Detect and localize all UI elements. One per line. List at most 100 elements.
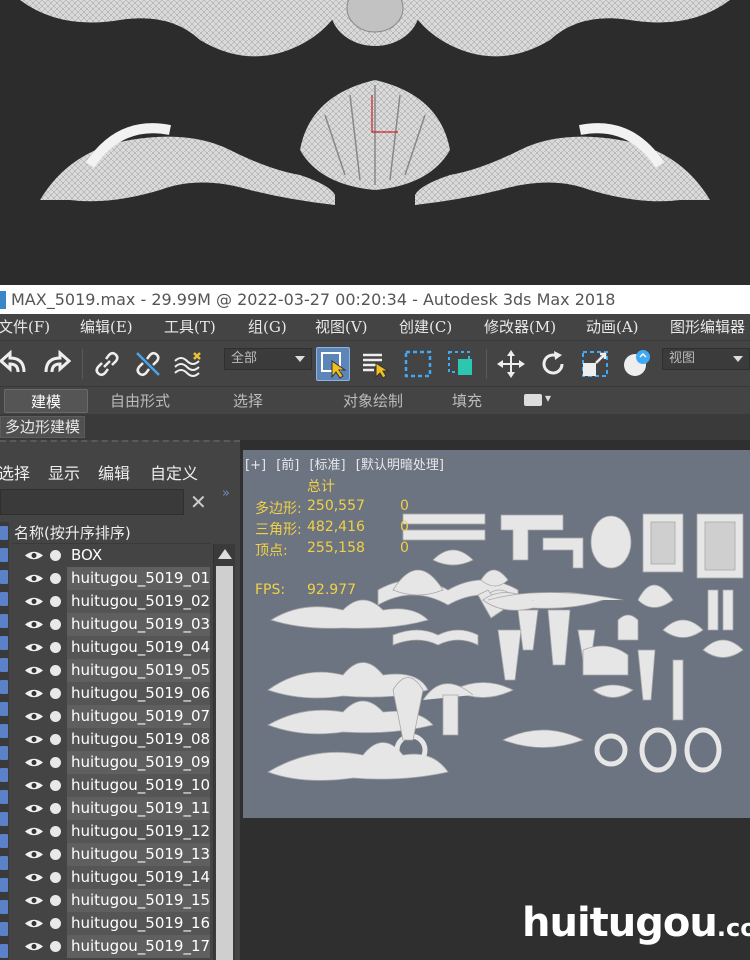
eye-icon[interactable]: [24, 711, 44, 722]
filter-invert-icon[interactable]: [0, 834, 8, 848]
tab-freeform[interactable]: 自由形式: [100, 389, 180, 413]
filter-spacewarps-icon[interactable]: [0, 636, 8, 650]
list-item[interactable]: huitugou_5019_14: [12, 866, 210, 889]
undo-icon[interactable]: [0, 347, 30, 381]
menu-animation[interactable]: 动画(A): [586, 314, 639, 340]
front-viewport[interactable]: [+] [前] [标准] [默认明暗处理] 总计 多边形: 250,557 0 …: [243, 450, 750, 818]
list-item[interactable]: huitugou_5019_16: [12, 912, 210, 935]
menu-edit[interactable]: 编辑(E): [80, 314, 133, 340]
filter-more-icon[interactable]: [0, 922, 8, 936]
filter-helpers-icon[interactable]: [0, 614, 8, 628]
select-by-name-icon[interactable]: [359, 347, 393, 381]
list-item[interactable]: huitugou_5019_06: [12, 682, 210, 705]
window-crossing-icon[interactable]: [444, 347, 478, 381]
eye-icon[interactable]: [24, 941, 44, 952]
reference-coord-dropdown[interactable]: 视图: [662, 348, 750, 370]
list-item[interactable]: huitugou_5019_03: [12, 613, 210, 636]
filter-containers-icon[interactable]: [0, 724, 8, 738]
freeze-toggle-icon[interactable]: [50, 573, 61, 584]
eye-icon[interactable]: [24, 895, 44, 906]
list-item[interactable]: huitugou_5019_11: [12, 797, 210, 820]
filter-sync-icon[interactable]: [0, 856, 8, 870]
menu-tools[interactable]: 工具(T): [164, 314, 216, 340]
freeze-toggle-icon[interactable]: [50, 711, 61, 722]
list-item[interactable]: huitugou_5019_15: [12, 889, 210, 912]
unlink-icon[interactable]: [131, 347, 165, 381]
freeze-toggle-icon[interactable]: [50, 734, 61, 745]
freeze-toggle-icon[interactable]: [50, 688, 61, 699]
filter-layers-icon[interactable]: [0, 878, 8, 892]
explorer-menu-edit[interactable]: 编辑: [98, 460, 130, 484]
eye-icon[interactable]: [24, 849, 44, 860]
list-item[interactable]: huitugou_5019_01: [12, 567, 210, 590]
list-item[interactable]: huitugou_5019_09: [12, 751, 210, 774]
list-item[interactable]: huitugou_5019_12: [12, 820, 210, 843]
filter-hidden-icon[interactable]: [0, 768, 8, 782]
menu-modifiers[interactable]: 修改器(M): [484, 314, 556, 340]
eye-icon[interactable]: [24, 573, 44, 584]
eye-icon[interactable]: [24, 780, 44, 791]
freeze-toggle-icon[interactable]: [50, 895, 61, 906]
list-item[interactable]: huitugou_5019_07: [12, 705, 210, 728]
freeze-toggle-icon[interactable]: [50, 665, 61, 676]
freeze-toggle-icon[interactable]: [50, 780, 61, 791]
list-item[interactable]: huitugou_5019_05: [12, 659, 210, 682]
tab-selection[interactable]: 选择: [218, 389, 278, 413]
filter-geometry-icon[interactable]: [0, 526, 8, 540]
freeze-toggle-icon[interactable]: [50, 918, 61, 929]
filter-cameras-icon[interactable]: [0, 592, 8, 606]
filter-lights-icon[interactable]: [0, 570, 8, 584]
freeze-toggle-icon[interactable]: [50, 642, 61, 653]
eye-icon[interactable]: [24, 619, 44, 630]
explorer-menu-select[interactable]: 选择: [0, 460, 30, 484]
explorer-scrollbar[interactable]: [213, 544, 235, 960]
freeze-toggle-icon[interactable]: [50, 596, 61, 607]
freeze-toggle-icon[interactable]: [50, 619, 61, 630]
eye-icon[interactable]: [24, 918, 44, 929]
ribbon-options-icon[interactable]: [524, 394, 542, 406]
list-item[interactable]: BOX: [12, 544, 210, 567]
menu-create[interactable]: 创建(C): [399, 314, 452, 340]
rotate-icon[interactable]: [536, 347, 570, 381]
freeze-toggle-icon[interactable]: [50, 803, 61, 814]
explorer-search-input[interactable]: [0, 489, 184, 515]
tab-modeling[interactable]: 建模: [4, 389, 88, 413]
eye-icon[interactable]: [24, 826, 44, 837]
scale-icon[interactable]: [578, 347, 612, 381]
link-icon[interactable]: [90, 347, 124, 381]
scroll-up-icon[interactable]: [218, 549, 232, 559]
filter-none-icon[interactable]: [0, 812, 8, 826]
filter-xrefs-icon[interactable]: [0, 680, 8, 694]
freeze-toggle-icon[interactable]: [50, 826, 61, 837]
freeze-toggle-icon[interactable]: [50, 757, 61, 768]
eye-icon[interactable]: [24, 665, 44, 676]
tab-populate[interactable]: 填充: [440, 389, 494, 413]
freeze-toggle-icon[interactable]: [50, 872, 61, 883]
bind-spacewarp-icon[interactable]: [172, 347, 206, 381]
list-item[interactable]: huitugou_5019_17: [12, 935, 210, 958]
filter-frozen-icon[interactable]: [0, 746, 8, 760]
scrollbar-thumb[interactable]: [216, 566, 233, 960]
menu-group[interactable]: 组(G): [248, 314, 287, 340]
move-icon[interactable]: [494, 347, 528, 381]
eye-icon[interactable]: [24, 757, 44, 768]
explorer-column-header[interactable]: 名称(按升序排序): [12, 522, 210, 544]
rect-region-icon[interactable]: [401, 347, 435, 381]
menu-view[interactable]: 视图(V): [315, 314, 368, 340]
close-icon[interactable]: ✕: [190, 492, 207, 512]
placement-icon[interactable]: [620, 347, 654, 381]
selection-filter-dropdown[interactable]: 全部: [224, 348, 312, 370]
eye-icon[interactable]: [24, 550, 44, 561]
list-item[interactable]: huitugou_5019_04: [12, 636, 210, 659]
freeze-toggle-icon[interactable]: [50, 550, 61, 561]
eye-icon[interactable]: [24, 803, 44, 814]
filter-shapes-icon[interactable]: [0, 548, 8, 562]
list-item[interactable]: huitugou_5019_10: [12, 774, 210, 797]
eye-icon[interactable]: [24, 642, 44, 653]
eye-icon[interactable]: [24, 734, 44, 745]
explorer-menu-display[interactable]: 显示: [48, 460, 80, 484]
list-item[interactable]: huitugou_5019_02: [12, 590, 210, 613]
filter-groups-icon[interactable]: [0, 658, 8, 672]
menu-file[interactable]: 文件(F): [0, 314, 50, 340]
freeze-toggle-icon[interactable]: [50, 849, 61, 860]
